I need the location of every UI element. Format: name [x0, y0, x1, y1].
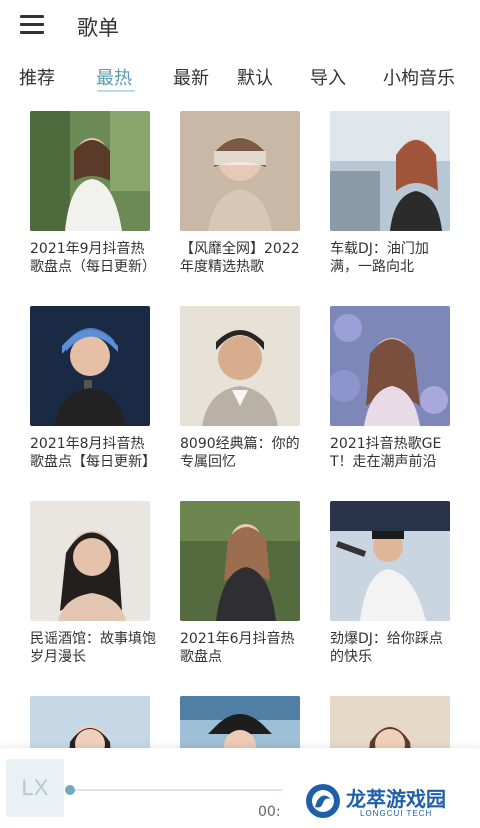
- playlist-title: 劲爆DJ：给你踩点的快乐: [330, 631, 443, 665]
- playlist-cover-image: [30, 501, 150, 621]
- watermark-logo-icon: [306, 784, 340, 818]
- progress-track[interactable]: [70, 789, 282, 791]
- page-title: 歌单: [77, 16, 119, 40]
- tab-hottest[interactable]: 最热: [96, 64, 132, 90]
- hamburger-menu-icon[interactable]: [20, 15, 44, 35]
- playlist-title: 2021抖音热歌GET！走在潮声前沿: [330, 436, 442, 470]
- playlist-cover-image: [330, 111, 450, 231]
- tab-xiaogou-music[interactable]: 小枸音乐: [383, 64, 455, 90]
- top-bar: 歌单: [0, 0, 480, 52]
- playlist-card[interactable]: 8090经典篇：你的专属回忆: [180, 306, 310, 471]
- playlist-title: 2021年8月抖音热歌盘点【每日更新】: [30, 436, 156, 470]
- playlist-title: 民谣酒馆：故事填饱岁月漫长: [30, 631, 156, 665]
- playlist-cover-image: [330, 306, 450, 426]
- active-tab-indicator: [97, 90, 135, 92]
- playlist-card[interactable]: 2021抖音热歌GET！走在潮声前沿: [330, 306, 460, 471]
- progress-knob[interactable]: [65, 785, 75, 795]
- watermark-name: 龙萃游戏园: [346, 787, 446, 811]
- playlist-card[interactable]: 2021年6月抖音热歌盘点: [180, 501, 310, 666]
- playlist-title: 8090经典篇：你的专属回忆: [180, 436, 300, 470]
- tab-bar: 推荐 最热 最新 默认 导入 小枸音乐: [0, 58, 480, 98]
- playlist-card[interactable]: 劲爆DJ：给你踩点的快乐: [330, 501, 460, 666]
- watermark-subtext: LONGCUI TECH: [360, 809, 433, 818]
- tab-import[interactable]: 导入: [310, 64, 346, 90]
- playback-time: 00:: [258, 804, 281, 820]
- playlist-card[interactable]: 【风靡全网】2022年度精选热歌: [180, 111, 310, 276]
- playlist-title: 2021年6月抖音热歌盘点: [180, 631, 295, 665]
- playlist-title: 车载DJ：油门加满，一路向北: [330, 241, 429, 275]
- tab-newest[interactable]: 最新: [173, 64, 209, 90]
- playlist-card[interactable]: 2021年8月抖音热歌盘点【每日更新】: [30, 306, 160, 471]
- tab-default[interactable]: 默认: [237, 64, 273, 90]
- playlist-cover-image: [180, 111, 300, 231]
- playlist-card[interactable]: 车载DJ：油门加满，一路向北: [330, 111, 460, 276]
- now-playing-cover[interactable]: LX: [6, 759, 64, 817]
- playlist-cover-image: [330, 501, 450, 621]
- watermark: 龙萃游戏园 LONGCUI TECH: [304, 780, 474, 824]
- playlist-title: 【风靡全网】2022年度精选热歌: [180, 241, 300, 275]
- playlist-cover-image: [30, 111, 150, 231]
- playlist-card[interactable]: 民谣酒馆：故事填饱岁月漫长: [30, 501, 160, 666]
- playlist-card[interactable]: 2021年9月抖音热歌盘点（每日更新）: [30, 111, 160, 276]
- playlist-cover-image: [180, 501, 300, 621]
- playlist-cover-image: [180, 306, 300, 426]
- tab-recommend[interactable]: 推荐: [19, 64, 55, 90]
- playlist-title: 2021年9月抖音热歌盘点（每日更新）: [30, 241, 156, 275]
- playlist-cover-image: [30, 306, 150, 426]
